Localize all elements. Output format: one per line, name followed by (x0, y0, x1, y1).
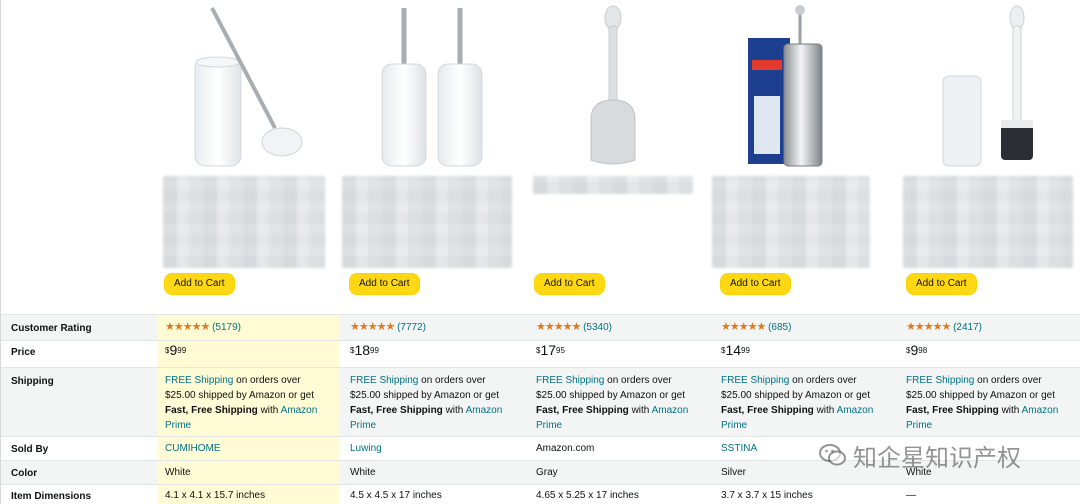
row-label-dimensions: Item Dimensions (11, 491, 92, 502)
product-column-2: Add to Cart (342, 0, 527, 314)
row-price: Price $999 $1899 $1795 $1499 $998 (1, 340, 1080, 367)
rating-cell-1[interactable]: ★★★★★ (5179) (165, 320, 347, 335)
product-title-blurred-3 (533, 176, 693, 194)
product-title-blurred-1 (163, 176, 325, 268)
watermark: 知企星知识产权 (819, 436, 1021, 474)
product-column-3: Add to Cart (527, 0, 712, 314)
star-rating-icon: ★★★★★ (906, 321, 951, 333)
price-cell-4: $1499 (721, 342, 750, 358)
rating-count-link[interactable]: (5340) (583, 322, 612, 333)
add-to-cart-button-5[interactable]: Add to Cart (906, 273, 977, 295)
product-image-1[interactable] (157, 0, 342, 172)
rating-count-link[interactable]: (5179) (212, 322, 241, 333)
dimensions-cell-1: 4.1 x 4.1 x 15.7 inches (165, 490, 266, 501)
price-cell-3: $1795 (536, 342, 565, 358)
row-label-shipping: Shipping (11, 376, 54, 387)
shipping-cell-5: FREE Shipping on orders over $25.00 shipp… (906, 375, 1059, 431)
row-shipping: Shipping FREE Shipping on orders over $25… (1, 367, 1080, 437)
comparison-frame: Add to Cart Add to Cart Add to Cart Add … (0, 0, 1080, 504)
add-to-cart-button-2[interactable]: Add to Cart (349, 273, 420, 295)
star-rating-icon: ★★★★★ (350, 321, 395, 333)
row-label-sold-by: Sold By (11, 444, 49, 455)
product-image-2[interactable] (342, 0, 527, 172)
watermark-text: 知企星知识产权 (853, 443, 1021, 472)
dimensions-cell-2: 4.5 x 4.5 x 17 inches (350, 490, 442, 501)
sold-by-link-2[interactable]: Luwing (350, 441, 532, 456)
dimensions-cell-5: — (906, 490, 916, 501)
dimensions-cell-3: 4.65 x 5.25 x 17 inches (536, 490, 639, 501)
rating-cell-3[interactable]: ★★★★★ (5340) (536, 320, 718, 335)
sold-by-text-3: Amazon.com (536, 443, 595, 454)
product-image-5[interactable] (897, 0, 1080, 172)
rating-count-link[interactable]: (7772) (397, 322, 426, 333)
product-column-5: Add to Cart (897, 0, 1080, 314)
rating-count-link[interactable]: (685) (768, 322, 791, 333)
star-rating-icon: ★★★★★ (536, 321, 581, 333)
price-cell-1: $999 (165, 342, 187, 358)
product-columns: Add to Cart Add to Cart Add to Cart Add … (157, 0, 1080, 314)
product-title-blurred-4 (712, 176, 870, 268)
add-to-cart-button-1[interactable]: Add to Cart (164, 273, 235, 295)
rating-cell-2[interactable]: ★★★★★ (7772) (350, 320, 532, 335)
shipping-cell-1: FREE Shipping on orders over $25.00 shipp… (165, 375, 318, 431)
product-title-blurred-5 (903, 176, 1073, 268)
shipping-cell-4: FREE Shipping on orders over $25.00 shipp… (721, 375, 874, 431)
star-rating-icon: ★★★★★ (721, 321, 766, 333)
sold-by-link-1[interactable]: CUMIHOME (165, 441, 347, 456)
rating-cell-4[interactable]: ★★★★★ (685) (721, 320, 903, 335)
product-title-blurred-2 (342, 176, 512, 268)
price-cell-5: $998 (906, 342, 928, 358)
dimensions-cell-4: 3.7 x 3.7 x 15 inches (721, 490, 813, 501)
product-image-3[interactable] (527, 0, 712, 172)
price-cell-2: $1899 (350, 342, 379, 358)
row-item-dimensions: Item Dimensions 4.1 x 4.1 x 15.7 inches … (1, 484, 1080, 504)
color-cell-1: White (165, 467, 191, 478)
row-label-price: Price (11, 347, 36, 358)
rating-count-link[interactable]: (2417) (953, 322, 982, 333)
color-cell-2: White (350, 467, 376, 478)
add-to-cart-button-3[interactable]: Add to Cart (534, 273, 605, 295)
product-column-1: Add to Cart (157, 0, 342, 314)
shipping-cell-2: FREE Shipping on orders over $25.00 shipp… (350, 375, 503, 431)
row-customer-rating: Customer Rating ★★★★★ (5179) ★★★★★ (7772… (1, 314, 1080, 341)
add-to-cart-button-4[interactable]: Add to Cart (720, 273, 791, 295)
product-column-4: Add to Cart (712, 0, 897, 314)
wechat-icon (819, 444, 846, 466)
star-rating-icon: ★★★★★ (165, 321, 210, 333)
row-label-rating: Customer Rating (11, 323, 92, 334)
color-cell-3: Gray (536, 467, 558, 478)
product-image-4[interactable] (712, 0, 897, 172)
rating-cell-5[interactable]: ★★★★★ (2417) (906, 320, 1080, 335)
shipping-cell-3: FREE Shipping on orders over $25.00 shipp… (536, 375, 689, 431)
row-label-color: Color (11, 468, 38, 479)
